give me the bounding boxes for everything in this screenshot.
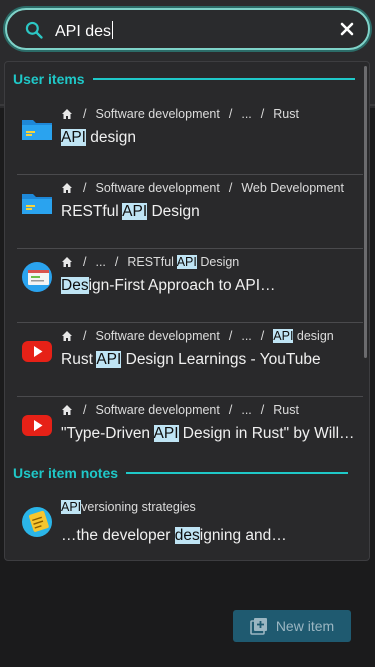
breadcrumb-item: Rust xyxy=(273,403,299,417)
note-heading-highlight: API xyxy=(61,500,82,514)
folder-icon xyxy=(21,113,53,145)
result-title: API design xyxy=(61,129,136,146)
search-result-item[interactable]: / Software development /... / Rust API design xyxy=(17,101,363,175)
breadcrumb-item: Web Development xyxy=(241,181,344,195)
breadcrumb: / Software development / Web Development xyxy=(61,181,344,195)
breadcrumb: / Software development /... / Rust xyxy=(61,107,299,121)
breadcrumb-item: ... xyxy=(95,255,106,269)
result-title: "Type-Driven API Design in Rust" by Will… xyxy=(61,425,355,442)
search-input[interactable]: API des xyxy=(55,21,114,41)
section-title: User item notes xyxy=(13,465,119,481)
result-title: Rust API Design Learnings - YouTube xyxy=(61,351,321,368)
new-item-button[interactable]: New item xyxy=(233,610,351,642)
breadcrumb-separator: / xyxy=(83,403,87,417)
result-title: RESTful API Design xyxy=(61,203,200,220)
breadcrumb-separator: / xyxy=(260,403,265,417)
search-result-item[interactable]: /... / RESTful API Design Design-First Appr… xyxy=(17,249,363,323)
section-user-items: User items xyxy=(13,69,355,89)
home-icon xyxy=(62,109,72,119)
breadcrumb-item: Software development xyxy=(95,329,220,343)
section-title: User items xyxy=(13,71,85,87)
breadcrumb-item: Software development xyxy=(95,403,220,417)
search-result-item[interactable]: / Software development / Web Development RES… xyxy=(17,175,363,249)
note-snippet: …the developer designing and… xyxy=(61,527,287,545)
breadcrumb-separator: / xyxy=(83,181,87,195)
folder-icon xyxy=(21,187,53,219)
breadcrumb-separator: / xyxy=(114,255,119,269)
web-page-icon xyxy=(21,261,53,293)
home-icon xyxy=(62,405,72,415)
search-results-panel: User items / Software development /... / Rus… xyxy=(4,61,370,561)
breadcrumb-separator: / xyxy=(228,403,233,417)
note-snippet-highlight: des xyxy=(174,527,200,544)
breadcrumb-separator: / xyxy=(260,107,265,121)
home-icon xyxy=(62,331,72,341)
breadcrumb-separator: / xyxy=(228,107,233,121)
search-input-value: API des xyxy=(55,23,112,40)
breadcrumb-item: Software development xyxy=(95,107,220,121)
breadcrumb-separator: / xyxy=(83,329,87,343)
breadcrumb-item: API design xyxy=(273,329,334,343)
breadcrumb-separator: / xyxy=(260,329,265,343)
breadcrumb-separator: / xyxy=(83,255,87,269)
breadcrumb-item: ... xyxy=(241,107,252,121)
search-result-item[interactable]: / Software development /... / API design Rust… xyxy=(17,323,363,397)
breadcrumb-separator: / xyxy=(228,181,233,195)
section-divider xyxy=(126,472,349,474)
sticky-note-icon xyxy=(22,507,52,537)
section-user-item-notes: User item notes xyxy=(13,463,349,483)
breadcrumb-separator: / xyxy=(228,329,233,343)
add-item-icon xyxy=(250,618,267,635)
breadcrumb-item: ... xyxy=(241,403,252,417)
scrollbar[interactable] xyxy=(364,66,367,358)
text-caret xyxy=(112,21,114,39)
section-divider xyxy=(92,78,355,80)
search-bar[interactable]: API des xyxy=(5,8,370,50)
home-icon xyxy=(62,257,72,267)
close-icon[interactable] xyxy=(340,22,354,36)
youtube-icon xyxy=(21,409,53,441)
breadcrumb: / Software development /... / Rust xyxy=(61,403,299,417)
breadcrumb-item: RESTful API Design xyxy=(127,255,240,269)
result-title: Design-First Approach to API… xyxy=(61,277,276,294)
breadcrumb-item: Rust xyxy=(273,107,299,121)
breadcrumb-item: ... xyxy=(241,329,252,343)
note-result-item[interactable]: API versioning strategies …the developer… xyxy=(17,494,363,560)
home-icon xyxy=(62,183,72,193)
breadcrumb: / Software development /... / API design xyxy=(61,329,334,343)
note-heading-text: versioning strategies xyxy=(81,500,196,514)
new-item-label: New item xyxy=(275,618,335,634)
note-snippet-text: …the developer xyxy=(61,527,175,544)
note-snippet-text: igning and… xyxy=(199,527,287,544)
search-result-item[interactable]: / Software development /... / Rust "Type-Driv… xyxy=(17,397,363,471)
youtube-icon xyxy=(21,335,53,367)
note-heading: API versioning strategies xyxy=(61,500,196,514)
search-icon xyxy=(25,21,43,39)
breadcrumb-item: Software development xyxy=(95,181,220,195)
breadcrumb: /... / RESTful API Design xyxy=(61,255,239,269)
breadcrumb-separator: / xyxy=(83,107,87,121)
